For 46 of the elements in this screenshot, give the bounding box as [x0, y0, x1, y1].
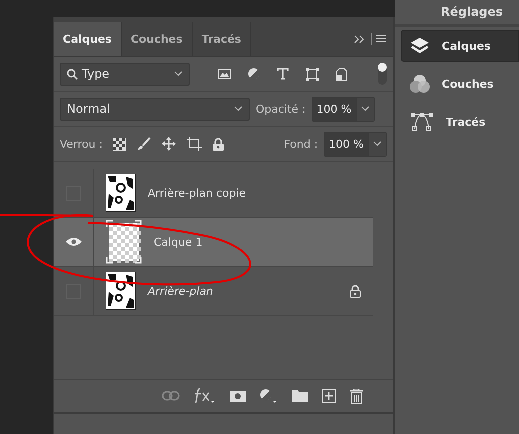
blend-mode-dropdown[interactable]: Normal: [60, 98, 250, 120]
fill-label: Fond :: [284, 138, 318, 150]
layer-row[interactable]: Arrière-plan: [54, 267, 373, 316]
move-icon[interactable]: [162, 137, 176, 151]
fill-dropdown-button[interactable]: [368, 132, 386, 156]
transform-icon[interactable]: [306, 68, 319, 80]
search-icon: [67, 68, 78, 80]
filter-toggle[interactable]: [378, 63, 387, 85]
half-circle-icon[interactable]: [248, 68, 260, 80]
menu-icon[interactable]: [371, 33, 387, 45]
fill-field[interactable]: 100 %: [324, 132, 387, 156]
pen-path-icon: [410, 112, 434, 132]
checkerboard-icon[interactable]: [112, 138, 126, 150]
opacity-field[interactable]: 100 %: [312, 96, 375, 122]
dock-item[interactable]: Calques: [401, 30, 519, 62]
folder-icon[interactable]: [292, 390, 308, 402]
text-icon[interactable]: [277, 68, 289, 80]
layer-name: Arrière-plan: [148, 284, 214, 298]
layers-icon: [410, 37, 430, 55]
layer-row[interactable]: Calque 1: [54, 218, 373, 267]
document-icon[interactable]: [336, 68, 347, 80]
chevron-down-icon: [373, 141, 382, 147]
effects-icon[interactable]: [194, 388, 216, 404]
dock-item[interactable]: Couches: [401, 68, 519, 100]
panel-tab[interactable]: Calques: [54, 22, 122, 56]
filter-dropdown[interactable]: Type: [60, 62, 190, 86]
layer-name: Arrière-plan copie: [148, 186, 246, 200]
image-icon[interactable]: [218, 69, 231, 79]
channels-icon: [410, 74, 430, 94]
opacity-dropdown-button[interactable]: [356, 98, 374, 120]
trash-icon[interactable]: [350, 388, 363, 404]
chevron-down-icon: [360, 106, 370, 112]
new-layer-icon[interactable]: [322, 389, 336, 403]
brush-icon[interactable]: [136, 137, 151, 151]
mask-icon[interactable]: [230, 390, 246, 402]
chevron-down-icon: [234, 106, 243, 112]
chevron-down-icon: [174, 71, 183, 77]
lock-icon[interactable]: [212, 138, 224, 150]
opacity-label: Opacité :: [256, 102, 306, 116]
dock-item[interactable]: Tracés: [401, 106, 519, 138]
crop-icon[interactable]: [186, 137, 202, 151]
adjustment-icon[interactable]: [260, 388, 278, 404]
layer-name: Calque 1: [154, 236, 203, 248]
lock-label: Verrou :: [60, 138, 103, 150]
eye-icon[interactable]: [66, 237, 82, 247]
expand-chevrons-icon[interactable]: [354, 34, 366, 44]
